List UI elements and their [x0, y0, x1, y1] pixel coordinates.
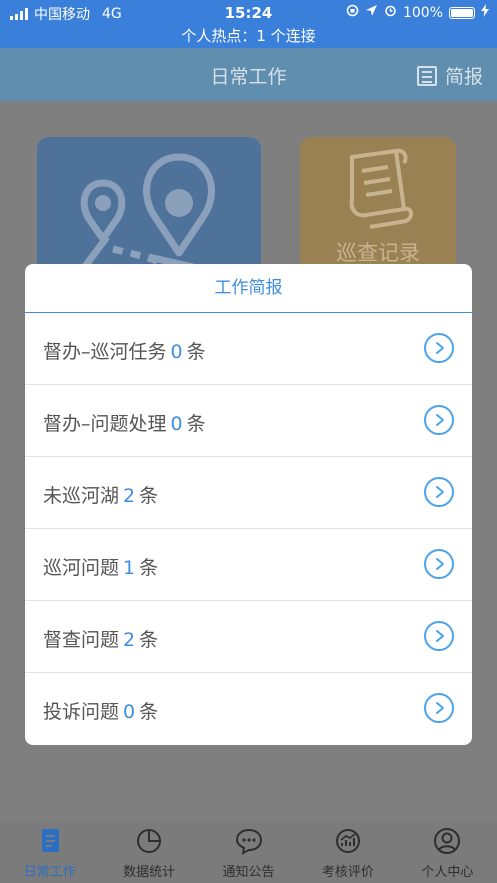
brief-row-count: 0 — [170, 341, 183, 363]
brief-row-count: 2 — [123, 629, 136, 651]
brief-row-text: 投诉问题 0 条 — [43, 697, 158, 724]
brief-row-count: 0 — [123, 701, 136, 723]
brief-row-count: 0 — [170, 413, 183, 435]
brief-row[interactable]: 巡河问题 1 条 — [25, 529, 472, 601]
rotation-lock-icon — [346, 4, 359, 21]
chevron-right-icon[interactable] — [424, 621, 454, 651]
report-icon — [416, 65, 437, 86]
report-button-label: 简报 — [444, 66, 483, 88]
brief-row-text: 未巡河湖 2 条 — [43, 481, 158, 508]
brief-row[interactable]: 督办–巡河任务 0 条 — [25, 313, 472, 385]
brief-row[interactable]: 投诉问题 0 条 — [25, 673, 472, 744]
work-brief-dialog: 工作简报 督办–巡河任务 0 条督办–问题处理 0 条未巡河湖 2 条巡河问题 1 条督查问题 2… — [25, 264, 472, 745]
brief-row-label: 督查问题 — [43, 629, 120, 651]
chevron-right-icon[interactable] — [424, 693, 454, 723]
status-right: 100% — [346, 4, 489, 21]
brief-row-text: 督办–巡河任务 0 条 — [43, 337, 206, 364]
tab-assessment[interactable]: 考核评价 — [298, 821, 397, 883]
dialog-title: 工作简报 — [25, 264, 472, 313]
tab-label: 考核评价 — [321, 865, 374, 880]
chat-bubble-icon — [235, 828, 262, 855]
tab-profile[interactable]: 个人中心 — [398, 821, 497, 883]
brief-row-label: 督办–问题处理 — [43, 413, 167, 435]
tab-bar: 日常工作 数据统计 通知公告 考核评价 个人中心 — [0, 821, 497, 883]
brief-row[interactable]: 督查问题 2 条 — [25, 601, 472, 673]
tab-label: 日常工作 — [23, 865, 76, 880]
brief-row-count: 1 — [123, 557, 136, 579]
brief-row-unit: 条 — [186, 341, 206, 363]
alarm-icon — [384, 4, 397, 21]
brief-row-text: 督办–问题处理 0 条 — [43, 409, 206, 436]
trend-chart-icon — [335, 829, 360, 853]
user-icon — [434, 828, 461, 854]
brief-row-unit: 条 — [139, 701, 159, 723]
nav-bar: 日常工作 简报 — [0, 48, 497, 101]
battery-icon — [449, 6, 475, 19]
brief-row-label: 巡河问题 — [43, 557, 120, 579]
charging-icon — [481, 4, 489, 21]
battery-percent: 100% — [402, 4, 443, 21]
brief-row-unit: 条 — [139, 629, 159, 651]
brief-row-text: 巡河问题 1 条 — [43, 553, 158, 580]
patrol-record-label: 巡查记录 — [336, 241, 420, 265]
brief-row-unit: 条 — [139, 557, 159, 579]
scroll-icon — [349, 148, 413, 229]
chevron-right-icon[interactable] — [424, 549, 454, 579]
hotspot-banner[interactable]: 个人热点：1 个连接 — [0, 25, 497, 46]
brief-row-label: 督办–巡河任务 — [43, 341, 167, 363]
brief-row-label: 未巡河湖 — [43, 485, 120, 507]
location-icon — [365, 4, 378, 21]
brief-row[interactable]: 未巡河湖 2 条 — [25, 457, 472, 529]
brief-row-unit: 条 — [186, 413, 206, 435]
tab-notices[interactable]: 通知公告 — [199, 821, 298, 883]
brief-row-text: 督查问题 2 条 — [43, 625, 158, 652]
document-icon — [41, 829, 59, 852]
chevron-right-icon[interactable] — [424, 405, 454, 435]
brief-row-count: 2 — [123, 485, 136, 507]
brief-row-unit: 条 — [139, 485, 159, 507]
tab-label: 个人中心 — [421, 865, 474, 880]
status-bar: 中国移动 4G 15:24 100% 个人热点：1 个连接 — [0, 0, 497, 48]
pie-chart-icon — [137, 829, 162, 853]
tab-statistics[interactable]: 数据统计 — [99, 821, 198, 883]
report-button[interactable]: 简报 — [416, 62, 483, 89]
chevron-right-icon[interactable] — [424, 333, 454, 363]
brief-row-label: 投诉问题 — [43, 701, 120, 723]
tab-label: 数据统计 — [123, 865, 176, 880]
chevron-right-icon[interactable] — [424, 477, 454, 507]
tab-label: 通知公告 — [222, 865, 275, 880]
brief-row[interactable]: 督办–问题处理 0 条 — [25, 385, 472, 457]
tab-daily-work[interactable]: 日常工作 — [0, 821, 99, 883]
